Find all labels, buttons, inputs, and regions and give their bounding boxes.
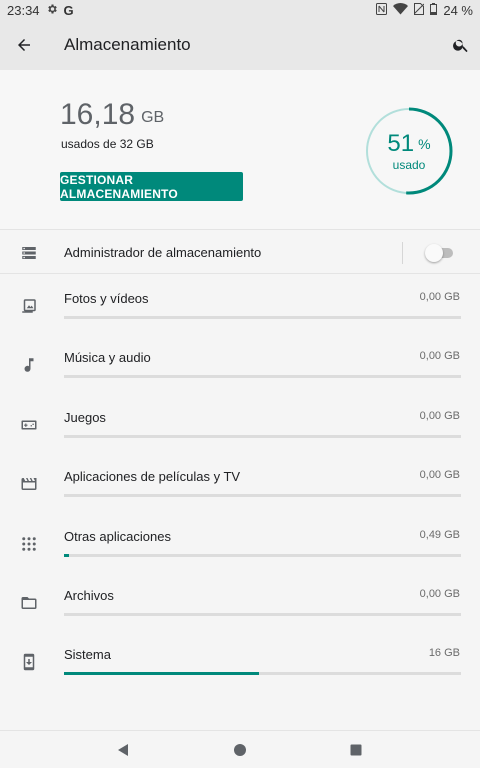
category-size: 0,00 GB xyxy=(419,410,460,422)
page-title: Almacenamiento xyxy=(64,35,191,54)
toggle-thumb xyxy=(425,244,443,262)
google-g-icon: G xyxy=(63,2,74,18)
storage-manager-row[interactable]: Administrador de almacenamiento xyxy=(0,232,480,274)
folder-icon xyxy=(19,593,39,613)
storage-category-row[interactable]: Otras aplicaciones 0,49 GB xyxy=(0,516,480,575)
category-size: 16 GB xyxy=(428,647,460,659)
category-size: 0,00 GB xyxy=(419,291,460,303)
storage-category-row[interactable]: Fotos y vídeos 0,00 GB xyxy=(0,278,480,337)
music-note-icon xyxy=(19,355,39,375)
status-time: 23:34 xyxy=(7,2,40,18)
category-size: 0,00 GB xyxy=(419,469,460,481)
battery-icon xyxy=(430,2,438,18)
usage-percent-value: 51 xyxy=(387,130,415,157)
row-divider xyxy=(402,242,403,264)
storage-category-row[interactable]: Sistema 16 GB xyxy=(0,634,480,693)
used-of-total: usados de 32 GB xyxy=(61,137,154,151)
usage-percent: 51% xyxy=(364,130,454,158)
system-update-icon xyxy=(19,652,39,672)
category-label: Aplicaciones de películas y TV xyxy=(64,469,241,484)
usage-percent-symbol: % xyxy=(418,136,431,152)
category-size: 0,00 GB xyxy=(419,350,460,362)
settings-icon xyxy=(46,3,58,18)
category-size: 0,00 GB xyxy=(419,588,460,600)
battery-percent: 24 % xyxy=(443,2,473,18)
nfc-icon xyxy=(376,2,388,18)
category-usage-bar xyxy=(64,672,461,675)
category-label: Música y audio xyxy=(64,350,151,365)
usage-label: usado xyxy=(392,158,426,172)
nav-back-icon[interactable] xyxy=(114,741,132,759)
used-unit: GB xyxy=(141,109,165,126)
usage-ring-text: 51% usado xyxy=(364,106,454,196)
used-amount: 16,18 GB xyxy=(60,98,164,132)
category-label: Juegos xyxy=(64,410,106,425)
app-bar: Almacenamiento xyxy=(0,20,480,70)
storage-category-row[interactable]: Juegos 0,00 GB xyxy=(0,397,480,456)
apps-grid-icon xyxy=(19,534,39,554)
photo-icon xyxy=(19,296,39,316)
category-usage-bar xyxy=(64,613,461,616)
storage-category-row[interactable]: Archivos 0,00 GB xyxy=(0,575,480,634)
category-usage-bar xyxy=(64,554,461,557)
storage-manager-icon xyxy=(19,243,39,263)
category-label: Sistema xyxy=(64,647,111,662)
manage-storage-button[interactable]: GESTIONAR ALMACENAMIENTO xyxy=(60,172,243,201)
back-arrow-icon[interactable] xyxy=(12,33,36,57)
category-usage-bar xyxy=(64,375,461,378)
category-usage-bar xyxy=(64,435,461,438)
category-usage-bar xyxy=(64,494,461,497)
category-label: Fotos y vídeos xyxy=(64,291,149,306)
search-icon[interactable] xyxy=(449,33,473,57)
movie-icon xyxy=(19,474,39,494)
navigation-bar xyxy=(0,730,480,768)
used-value: 16,18 xyxy=(60,98,136,131)
category-label: Otras aplicaciones xyxy=(64,529,171,544)
status-bar: 23:34 G 24 % xyxy=(0,0,480,20)
nav-recents-icon[interactable] xyxy=(347,741,365,759)
wifi-icon xyxy=(393,2,409,18)
storage-category-row[interactable]: Aplicaciones de películas y TV 0,00 GB xyxy=(0,456,480,515)
storage-summary: 16,18 GB usados de 32 GB GESTIONAR ALMACE… xyxy=(0,70,480,230)
gamepad-icon xyxy=(19,415,39,435)
storage-manager-toggle[interactable] xyxy=(425,244,455,262)
category-label: Archivos xyxy=(64,588,114,603)
no-sim-icon xyxy=(414,2,425,18)
category-usage-fill xyxy=(64,672,259,675)
storage-category-row[interactable]: Música y audio 0,00 GB xyxy=(0,337,480,396)
category-usage-fill xyxy=(64,554,69,557)
category-usage-bar xyxy=(64,316,461,319)
nav-home-icon[interactable] xyxy=(231,741,249,759)
category-size: 0,49 GB xyxy=(419,529,460,541)
storage-manager-label: Administrador de almacenamiento xyxy=(64,245,262,260)
